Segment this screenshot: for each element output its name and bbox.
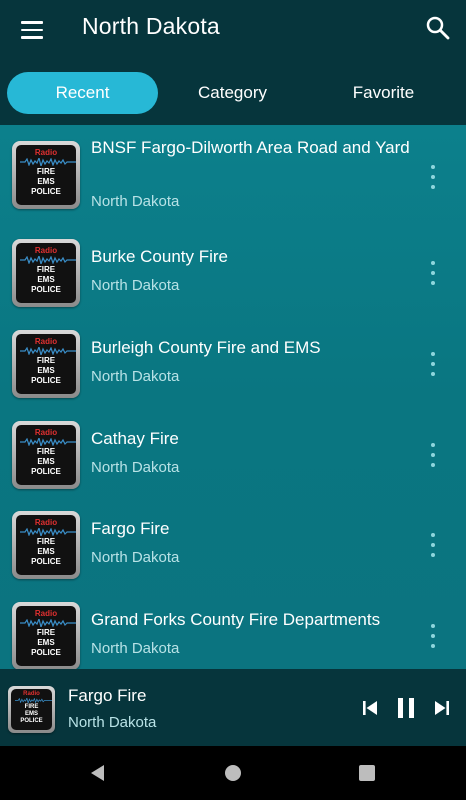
more-vertical-icon[interactable] xyxy=(428,624,438,648)
logo-line-ems: EMS xyxy=(37,275,55,284)
station-title: Fargo Fire xyxy=(91,519,170,538)
search-icon[interactable] xyxy=(422,12,454,44)
waveform-icon xyxy=(20,347,76,355)
station-list: Radio FIRE EMS POLICE BNSF Fargo-Dilworth … xyxy=(0,125,466,669)
waveform-icon xyxy=(20,158,76,166)
tab-category[interactable]: Category xyxy=(157,72,308,114)
logo-line-police: POLICE xyxy=(31,557,61,566)
mini-player[interactable]: Radio FIRE EMS POLICE Fargo Fire North Dak… xyxy=(0,669,466,746)
player-station-logo: Radio FIRE EMS POLICE xyxy=(8,686,55,733)
logo-line-ems: EMS xyxy=(37,547,55,556)
pause-icon[interactable] xyxy=(395,695,417,721)
menu-icon[interactable] xyxy=(14,12,50,48)
station-subtitle: North Dakota xyxy=(91,549,180,566)
logo-line-fire: FIRE xyxy=(36,167,56,176)
list-item[interactable]: Radio FIRE EMS POLICE BNSF Fargo-Dilworth … xyxy=(0,125,466,216)
tab-bar: Recent Category Favorite xyxy=(0,70,466,116)
logo-line-fire: FIRE xyxy=(36,356,56,365)
tab-favorite[interactable]: Favorite xyxy=(308,72,459,114)
station-title: Grand Forks County Fire Departments xyxy=(91,610,381,629)
logo-line-ems: EMS xyxy=(37,177,55,186)
logo-line-ems: EMS xyxy=(24,711,38,717)
logo-radio-label: Radio xyxy=(34,148,58,157)
player-title: Fargo Fire xyxy=(68,686,147,705)
system-nav-bar xyxy=(0,746,466,800)
station-subtitle: North Dakota xyxy=(91,640,180,657)
logo-line-fire: FIRE xyxy=(36,447,56,456)
logo-line-fire: FIRE xyxy=(36,265,56,274)
logo-radio-label: Radio xyxy=(34,337,58,346)
logo-radio-label: Radio xyxy=(34,518,58,527)
logo-line-ems: EMS xyxy=(37,457,55,466)
logo-line-ems: EMS xyxy=(37,366,55,375)
logo-line-fire: FIRE xyxy=(36,628,56,637)
station-subtitle: North Dakota xyxy=(91,459,180,476)
logo-radio-label: Radio xyxy=(34,428,58,437)
app-root: North Dakota Recent Category Favorite Ra… xyxy=(0,0,466,800)
skip-previous-icon[interactable] xyxy=(361,697,379,719)
waveform-icon xyxy=(20,528,76,536)
waveform-icon xyxy=(15,698,52,703)
logo-line-police: POLICE xyxy=(31,285,61,294)
logo-line-fire: FIRE xyxy=(36,537,56,546)
station-title: Cathay Fire xyxy=(91,429,179,448)
list-item[interactable]: Radio FIRE EMS POLICE Fargo Fire North Dak… xyxy=(0,503,466,594)
logo-radio-label: Radio xyxy=(23,691,40,697)
logo-line-police: POLICE xyxy=(31,648,61,657)
list-item[interactable]: Radio FIRE EMS POLICE Cathay Fire North Da… xyxy=(0,413,466,504)
station-logo: Radio FIRE EMS POLICE xyxy=(12,141,80,209)
nav-recents-icon[interactable] xyxy=(358,764,376,782)
station-title: Burke County Fire xyxy=(91,247,228,266)
top-app-bar: North Dakota Recent Category Favorite xyxy=(0,0,466,125)
station-subtitle: North Dakota xyxy=(91,277,180,294)
station-title: BNSF Fargo-Dilworth Area Road and Yard xyxy=(91,138,410,157)
waveform-icon xyxy=(20,256,76,264)
list-item[interactable]: Radio FIRE EMS POLICE Grand Forks County F… xyxy=(0,594,466,669)
logo-line-police: POLICE xyxy=(31,187,61,196)
logo-line-police: POLICE xyxy=(31,467,61,476)
waveform-icon xyxy=(20,438,76,446)
logo-radio-label: Radio xyxy=(34,609,58,618)
logo-radio-label: Radio xyxy=(34,246,58,255)
list-item[interactable]: Radio FIRE EMS POLICE Burleigh County Fire… xyxy=(0,322,466,413)
page-title: North Dakota xyxy=(82,13,220,39)
more-vertical-icon[interactable] xyxy=(428,443,438,467)
logo-line-fire: FIRE xyxy=(24,704,39,710)
logo-line-police: POLICE xyxy=(31,376,61,385)
station-logo: Radio FIRE EMS POLICE xyxy=(12,511,80,579)
list-item[interactable]: Radio FIRE EMS POLICE Burke County Fire No… xyxy=(0,231,466,322)
more-vertical-icon[interactable] xyxy=(428,165,438,189)
nav-home-icon[interactable] xyxy=(224,764,242,782)
more-vertical-icon[interactable] xyxy=(428,261,438,285)
logo-line-ems: EMS xyxy=(37,638,55,647)
waveform-icon xyxy=(20,619,76,627)
station-logo: Radio FIRE EMS POLICE xyxy=(12,239,80,307)
nav-back-icon[interactable] xyxy=(88,763,108,783)
station-logo: Radio FIRE EMS POLICE xyxy=(12,330,80,398)
player-subtitle: North Dakota xyxy=(68,714,157,731)
station-subtitle: North Dakota xyxy=(91,193,180,210)
tab-recent[interactable]: Recent xyxy=(7,72,158,114)
station-logo: Radio FIRE EMS POLICE xyxy=(12,602,80,669)
skip-next-icon[interactable] xyxy=(433,697,451,719)
station-title: Burleigh County Fire and EMS xyxy=(91,338,321,357)
station-logo: Radio FIRE EMS POLICE xyxy=(12,421,80,489)
more-vertical-icon[interactable] xyxy=(428,533,438,557)
station-subtitle: North Dakota xyxy=(91,368,180,385)
more-vertical-icon[interactable] xyxy=(428,352,438,376)
logo-line-police: POLICE xyxy=(20,718,43,724)
